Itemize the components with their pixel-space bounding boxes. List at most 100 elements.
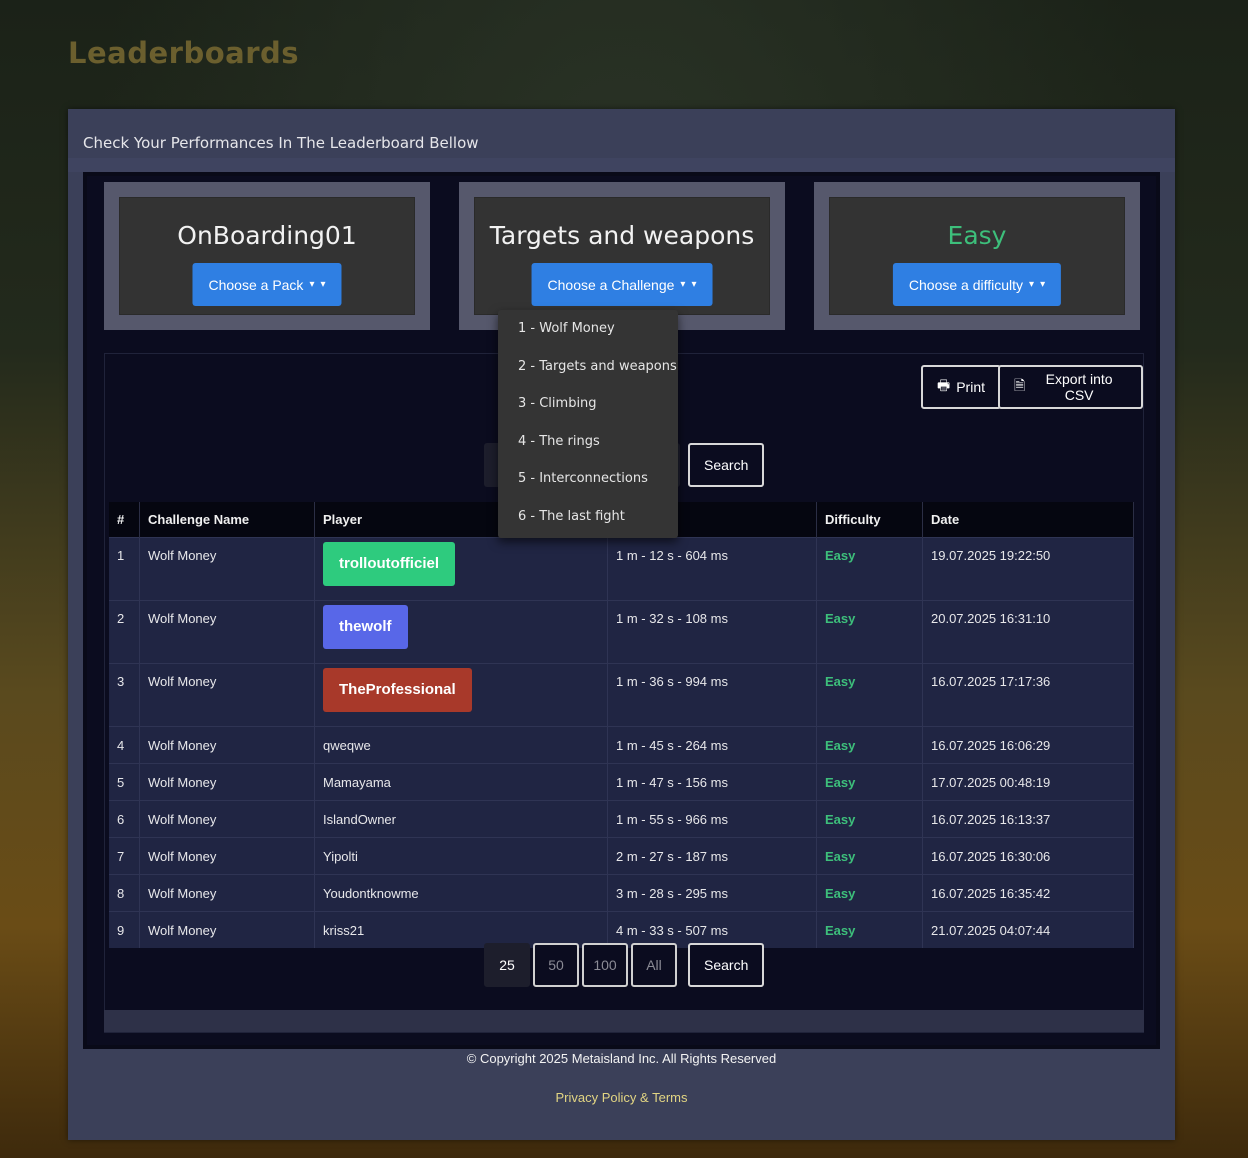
page-size-25[interactable]: 25 — [484, 943, 530, 987]
choose-difficulty-label: Choose a difficulty — [908, 276, 1024, 293]
dropdown-toggle-icon: ▾ — [1040, 279, 1046, 290]
difficulty: Easy — [816, 537, 923, 601]
challenge-name: Wolf Money — [139, 537, 315, 601]
dropdown-toggle-icon: ▾ — [320, 279, 326, 290]
challenge-name: Wolf Money — [139, 663, 315, 727]
difficulty: Easy — [816, 726, 923, 764]
date: 17.07.2025 00:48:19 — [922, 763, 1134, 801]
player: IslandOwner — [314, 800, 608, 838]
top-search-button[interactable]: Search — [688, 443, 765, 487]
table-row: 4 Wolf Money qweqwe 1 m - 45 s - 264 ms … — [109, 726, 1134, 764]
subtitle: Check Your Performances In The Leaderboa… — [83, 134, 479, 152]
gold-player-badge: trolloutofficiel — [323, 542, 455, 586]
table-row: 2 Wolf Money thewolf 1 m - 32 s - 108 ms… — [109, 600, 1134, 664]
challenge-dropdown-menu: 1 - Wolf Money 2 - Targets and weapons 3… — [498, 310, 678, 538]
print-button[interactable]: 🖶 Print — [921, 365, 1002, 409]
time: 3 m - 28 s - 295 ms — [607, 874, 817, 912]
difficulty: Easy — [816, 600, 923, 664]
table-row: 1 Wolf Money trolloutofficiel 1 m - 12 s… — [109, 537, 1134, 601]
selected-difficulty: Easy — [947, 221, 1007, 250]
choose-difficulty-button[interactable]: Choose a difficulty ▾ ▾ — [892, 263, 1062, 306]
export-csv-button[interactable]: 🗎 Export into CSV — [998, 365, 1143, 409]
date: 21.07.2025 04:07:44 — [922, 911, 1134, 948]
table-row: 5 Wolf Money Mamayama 1 m - 47 s - 156 m… — [109, 763, 1134, 801]
date: 19.07.2025 19:22:50 — [922, 537, 1134, 601]
difficulty: Easy — [816, 800, 923, 838]
menu-item-challenge-6[interactable]: 6 - The last fight — [498, 504, 678, 542]
privacy-policy-link[interactable]: Privacy Policy & Terms — [68, 1090, 1175, 1105]
rank: 8 — [109, 874, 140, 912]
player-cell: trolloutofficiel — [314, 537, 608, 601]
table-row: 8 Wolf Money Youdontknowme 3 m - 28 s - … — [109, 874, 1134, 912]
time: 1 m - 45 s - 264 ms — [607, 726, 817, 764]
choose-challenge-label: Choose a Challenge — [547, 276, 675, 293]
difficulty: Easy — [816, 874, 923, 912]
printer-icon: 🖶 — [937, 377, 951, 393]
file-icon: 🗎 — [1014, 377, 1026, 393]
page-title: Leaderboards — [68, 36, 300, 70]
rank: 1 — [109, 537, 140, 601]
col-rank[interactable]: # — [109, 502, 140, 538]
rank: 4 — [109, 726, 140, 764]
leaderboard-container: Check Your Performances In The Leaderboa… — [68, 109, 1175, 1140]
time: 2 m - 27 s - 187 ms — [607, 837, 817, 875]
copyright-text: © Copyright 2025 Metaisland Inc. All Rig… — [466, 1051, 777, 1066]
time: 1 m - 32 s - 108 ms — [607, 600, 817, 664]
date: 16.07.2025 16:06:29 — [922, 726, 1134, 764]
player: Yipolti — [314, 837, 608, 875]
page-size-50[interactable]: 50 — [533, 943, 579, 987]
challenge-name: Wolf Money — [139, 763, 315, 801]
challenge-name: Wolf Money — [139, 800, 315, 838]
bottom-search-button[interactable]: Search — [688, 943, 765, 987]
date: 20.07.2025 16:31:10 — [922, 600, 1134, 664]
time: 1 m - 55 s - 966 ms — [607, 800, 817, 838]
rank: 9 — [109, 911, 140, 948]
table-row: 6 Wolf Money IslandOwner 1 m - 55 s - 96… — [109, 800, 1134, 838]
date: 16.07.2025 16:30:06 — [922, 837, 1134, 875]
rank: 2 — [109, 600, 140, 664]
difficulty: Easy — [816, 837, 923, 875]
difficulty: Easy — [816, 911, 923, 948]
challenge-name: Wolf Money — [139, 726, 315, 764]
time: 1 m - 47 s - 156 ms — [607, 763, 817, 801]
page-size-all[interactable]: All — [631, 943, 677, 987]
time: 1 m - 12 s - 604 ms — [607, 537, 817, 601]
menu-item-challenge-5[interactable]: 5 - Interconnections — [498, 466, 678, 504]
rank: 5 — [109, 763, 140, 801]
challenge-name: Wolf Money — [139, 874, 315, 912]
choose-pack-button[interactable]: Choose a Pack ▾ ▾ — [192, 263, 342, 306]
selected-pack: OnBoarding01 — [177, 221, 357, 250]
challenge-card: Targets and weapons Choose a Challenge ▾… — [459, 182, 785, 330]
difficulty-card: Easy Choose a difficulty ▾ ▾ — [814, 182, 1140, 330]
caret-down-icon: ▾ — [680, 279, 686, 290]
menu-item-challenge-4[interactable]: 4 - The rings — [498, 429, 678, 467]
date: 16.07.2025 16:35:42 — [922, 874, 1134, 912]
date: 16.07.2025 16:13:37 — [922, 800, 1134, 838]
menu-item-challenge-2[interactable]: 2 - Targets and weapons — [498, 354, 678, 392]
table-footer-bar — [104, 1010, 1144, 1032]
page-size-selector: 25 50 100 All — [484, 943, 677, 987]
page-size-100[interactable]: 100 — [582, 943, 628, 987]
menu-item-challenge-3[interactable]: 3 - Climbing — [498, 391, 678, 429]
col-challenge[interactable]: Challenge Name — [139, 502, 315, 538]
col-difficulty[interactable]: Difficulty — [816, 502, 923, 538]
difficulty: Easy — [816, 663, 923, 727]
silver-player-badge: thewolf — [323, 605, 408, 649]
leaderboard-table: # Challenge Name Player Difficulty Date … — [109, 502, 1134, 948]
player-cell: thewolf — [314, 600, 608, 664]
bronze-player-badge: TheProfessional — [323, 668, 472, 712]
rank: 3 — [109, 663, 140, 727]
difficulty: Easy — [816, 763, 923, 801]
rank: 7 — [109, 837, 140, 875]
col-date[interactable]: Date — [922, 502, 1134, 538]
menu-item-challenge-1[interactable]: 1 - Wolf Money — [498, 316, 678, 354]
player-cell: TheProfessional — [314, 663, 608, 727]
player: Mamayama — [314, 763, 608, 801]
rank: 6 — [109, 800, 140, 838]
caret-down-icon: ▾ — [1029, 279, 1035, 290]
time: 1 m - 36 s - 994 ms — [607, 663, 817, 727]
player: Youdontknowme — [314, 874, 608, 912]
pack-card: OnBoarding01 Choose a Pack ▾ ▾ — [104, 182, 430, 330]
table-row: 7 Wolf Money Yipolti 2 m - 27 s - 187 ms… — [109, 837, 1134, 875]
choose-challenge-button[interactable]: Choose a Challenge ▾ ▾ — [531, 263, 713, 306]
